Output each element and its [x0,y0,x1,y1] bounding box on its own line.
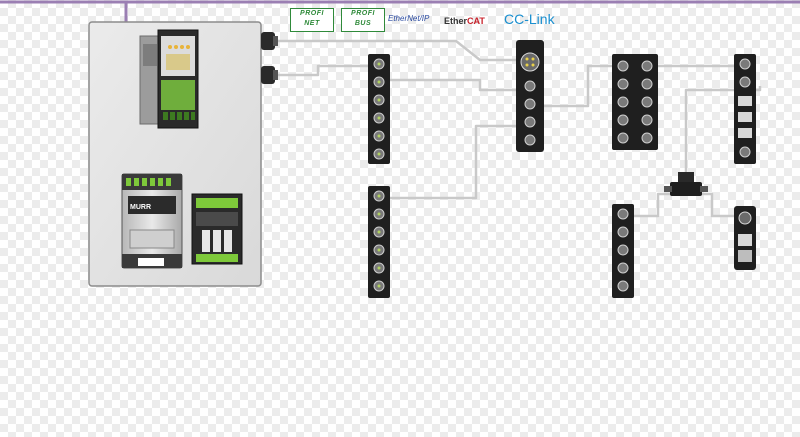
io-block [734,54,756,164]
power-supply-brand: MURR [130,204,151,211]
distribution-module [191,193,243,265]
cable-gland [261,66,278,84]
ethernetip-logo: EtherNet/IP [388,14,430,23]
power-supply [121,173,183,269]
network-diagram: MURR [0,0,800,298]
cclink-logo: CC-Link [504,11,555,27]
io-block [368,54,390,164]
gateway-module [139,29,199,129]
t-connector [664,172,708,196]
ethercat-logo: EtherCAT [444,16,485,26]
compact-io-module [734,206,756,270]
profinet-logo: PROFI NET [290,8,334,32]
io-block-double [612,54,658,150]
io-block [612,204,634,298]
io-block [368,186,390,298]
profibus-logo: PROFI BUS [341,8,385,32]
cable-gland [261,32,278,50]
fieldbus-node [516,40,544,152]
